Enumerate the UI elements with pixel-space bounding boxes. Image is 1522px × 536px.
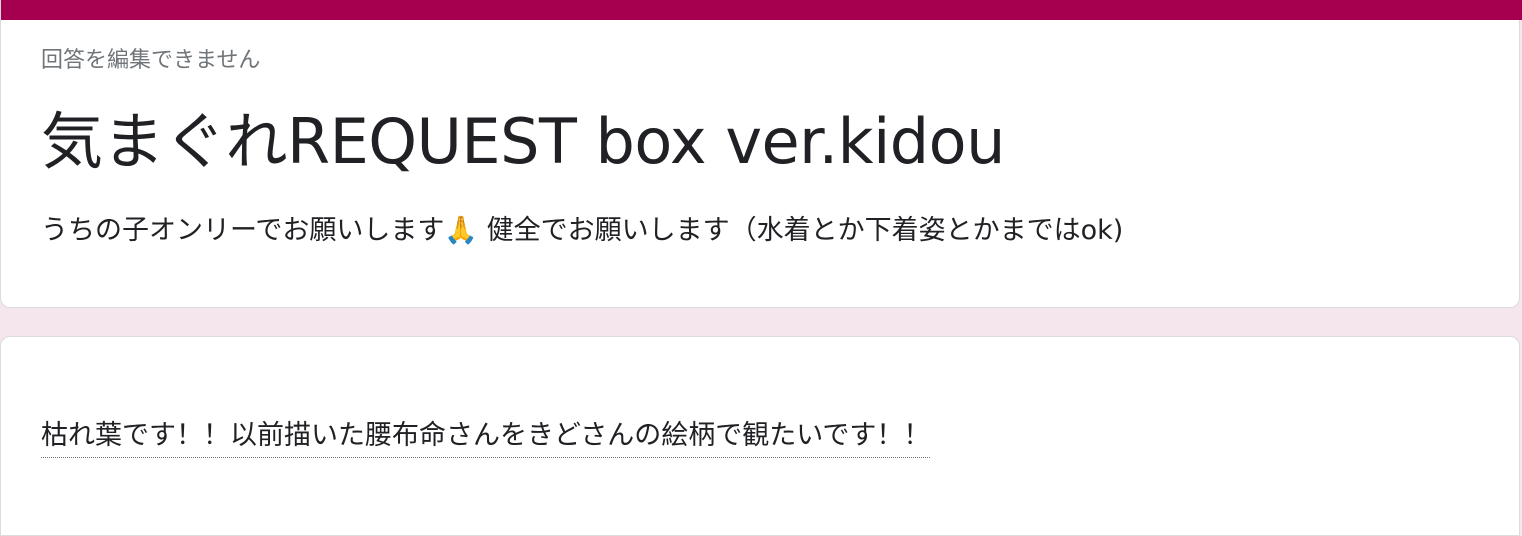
form-title: 気まぐれREQUEST box ver.kidou <box>41 105 1005 178</box>
form-description: うちの子オンリーでお願いします🙏 健全でお願いします（水着とか下着姿とかまではo… <box>41 215 1124 246</box>
cannot-edit-notice: 回答を編集できません <box>41 48 261 73</box>
form-header-card: 回答を編集できません 気まぐれREQUEST box ver.kidou うちの… <box>0 0 1522 308</box>
response-card: 枯れ葉です！！以前描いた腰布命さんをきどさんの絵柄で観たいです！！ <box>0 336 1520 536</box>
response-answer: 枯れ葉です！！以前描いた腰布命さんをきどさんの絵柄で観たいです！！ <box>41 417 931 458</box>
theme-accent-stripe <box>1 0 1522 20</box>
